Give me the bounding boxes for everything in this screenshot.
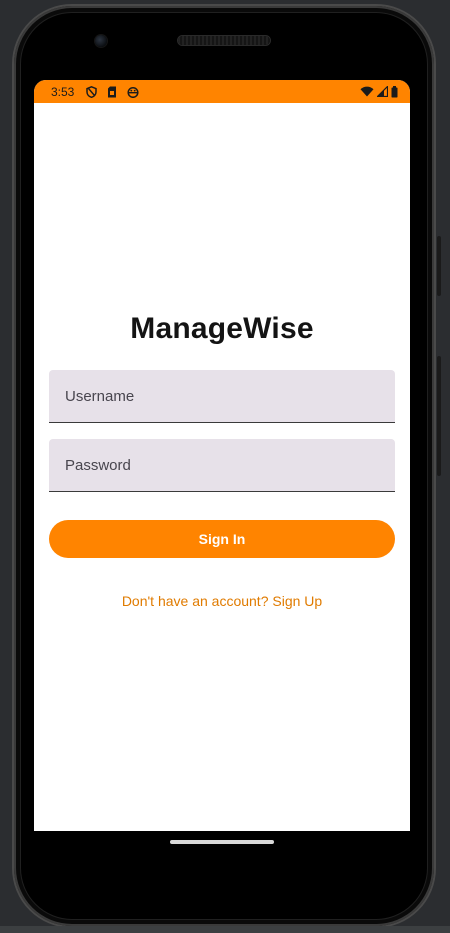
power-button[interactable] xyxy=(437,236,441,296)
sim-card-icon xyxy=(107,86,117,98)
app-screen: 3:53 ManageWise Username Sign In Don't h… xyxy=(34,80,410,831)
status-time: 3:53 xyxy=(51,84,75,99)
username-input[interactable] xyxy=(49,370,395,422)
volume-button[interactable] xyxy=(437,356,441,476)
password-input[interactable] xyxy=(49,439,395,491)
earpiece-speaker xyxy=(178,36,270,45)
status-bar: 3:53 xyxy=(34,80,410,103)
host-toolbar-edge xyxy=(0,926,450,933)
wifi-icon xyxy=(360,86,374,97)
front-camera xyxy=(95,35,107,47)
android-face-icon xyxy=(127,86,139,98)
password-field[interactable] xyxy=(49,439,395,492)
emulator-stage: 3:53 ManageWise Username Sign In Don't h… xyxy=(0,0,450,933)
status-left: 3:53 xyxy=(51,85,139,99)
home-gesture-bar[interactable] xyxy=(170,840,274,844)
sign-in-button[interactable]: Sign In xyxy=(49,520,395,558)
cell-signal-icon xyxy=(377,86,388,97)
username-field[interactable] xyxy=(49,370,395,423)
shield-icon xyxy=(86,85,98,98)
status-right xyxy=(360,85,398,98)
battery-icon xyxy=(391,85,398,98)
sign-up-link[interactable]: Don't have an account? Sign Up xyxy=(34,593,410,609)
app-title: ManageWise xyxy=(130,312,314,345)
